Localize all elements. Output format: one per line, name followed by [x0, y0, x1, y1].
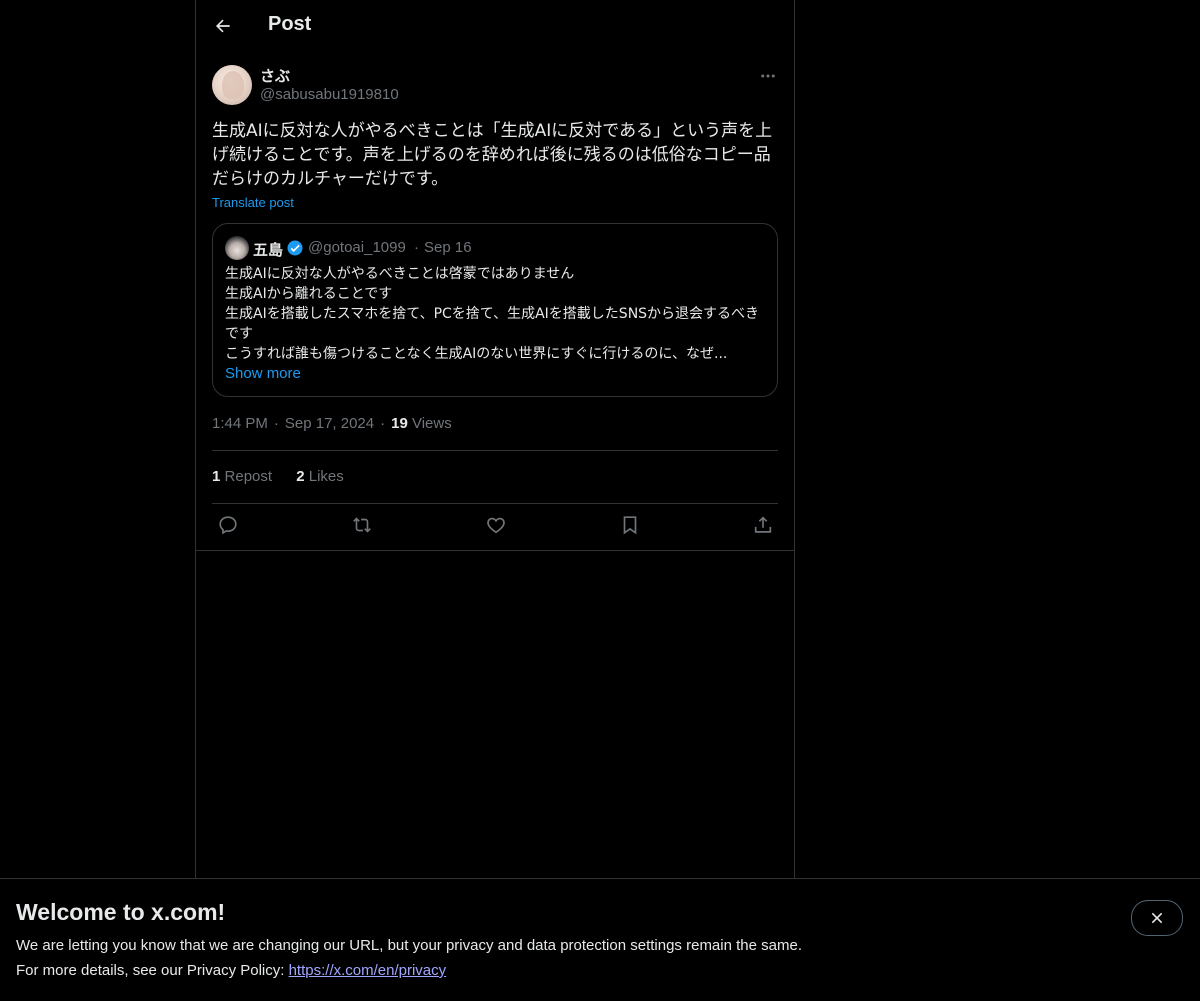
bookmark-icon	[623, 516, 637, 535]
close-banner-button[interactable]	[1131, 900, 1183, 936]
like-button[interactable]	[485, 514, 507, 536]
more-options-button[interactable]	[758, 66, 778, 86]
share-button[interactable]	[752, 514, 774, 536]
reposts-stat[interactable]: 1 Repost	[212, 468, 272, 485]
quoted-text-line: 生成AIを搭載したスマホを捨て、PCを捨て、生成AIを搭載したSNSから退会する…	[225, 306, 760, 342]
privacy-policy-link[interactable]: https://x.com/en/privacy	[289, 962, 447, 979]
reply-button[interactable]	[217, 514, 239, 536]
verified-badge-icon	[287, 240, 303, 256]
translate-post-link[interactable]: Translate post	[212, 195, 294, 210]
quoted-date: Sep 16	[424, 239, 472, 256]
repost-count: 1	[212, 468, 221, 485]
banner-text: We are letting you know that we are chan…	[16, 937, 802, 954]
views-label: Views	[411, 415, 452, 432]
share-icon	[754, 516, 772, 533]
quoted-text: 生成AIに反対な人がやるべきことは啓蒙ではありません 生成AIから離れることです…	[225, 264, 765, 364]
divider	[212, 450, 778, 451]
quoted-text-line: 生成AIから離れることです	[225, 286, 393, 302]
back-button[interactable]	[208, 11, 238, 41]
quoted-text-line: こうすれば誰も傷つけることなく生成AIのない世界にすぐに行けるのに、なぜ...	[225, 346, 728, 362]
reply-icon	[219, 516, 237, 535]
close-icon	[1151, 912, 1163, 924]
show-more-link[interactable]: Show more	[225, 365, 301, 382]
banner-privacy-prefix: For more details, see our Privacy Policy…	[16, 962, 289, 979]
post-date[interactable]: Sep 17, 2024	[285, 415, 374, 432]
author-name[interactable]: さぶ	[260, 65, 290, 86]
repost-button[interactable]	[351, 514, 373, 536]
action-bar	[196, 504, 794, 550]
views-count: 19	[391, 415, 408, 432]
main-column: Post さぶ @sabusabu1919810 生成AIに反対な人がやるべきこ…	[195, 0, 795, 878]
quoted-post[interactable]: 五島 @gotoai_1099 · Sep 16 生成AIに反対な人がやるべきこ…	[212, 223, 778, 397]
quoted-avatar	[225, 236, 249, 260]
quoted-author-name: 五島	[253, 241, 284, 259]
post-text: 生成AIに反対な人がやるべきことは「生成AIに反対である」という声を上げ続けるこ…	[212, 121, 773, 189]
avatar[interactable]	[212, 65, 252, 105]
post-meta: 1:44 PM · Sep 17, 2024 · 19 Views	[212, 415, 452, 432]
page-title: Post	[268, 13, 312, 35]
quoted-author-handle: @gotoai_1099	[308, 239, 406, 256]
more-icon	[761, 74, 775, 78]
back-arrow-icon	[216, 19, 230, 33]
divider	[196, 550, 794, 551]
banner-privacy-text: For more details, see our Privacy Policy…	[16, 962, 446, 979]
likes-stat[interactable]: 2 Likes	[296, 468, 344, 485]
post-time[interactable]: 1:44 PM	[212, 415, 268, 432]
likes-label: Likes	[308, 468, 344, 485]
separator-dot: ·	[414, 239, 419, 256]
welcome-banner: Welcome to x.com! We are letting you kno…	[0, 878, 1200, 1001]
banner-title: Welcome to x.com!	[16, 899, 226, 925]
likes-count: 2	[296, 468, 305, 485]
author-handle[interactable]: @sabusabu1919810	[260, 86, 399, 103]
post-stats: 1 Repost 2 Likes	[212, 468, 364, 485]
separator-dot: ·	[273, 415, 279, 432]
quoted-text-line: 生成AIに反対な人がやるべきことは啓蒙ではありません	[225, 266, 575, 282]
separator-dot: ·	[380, 415, 386, 432]
repost-icon	[353, 517, 371, 533]
header: Post	[196, 0, 794, 53]
repost-label: Repost	[224, 468, 273, 485]
like-icon	[487, 517, 505, 534]
bookmark-button[interactable]	[619, 514, 641, 536]
